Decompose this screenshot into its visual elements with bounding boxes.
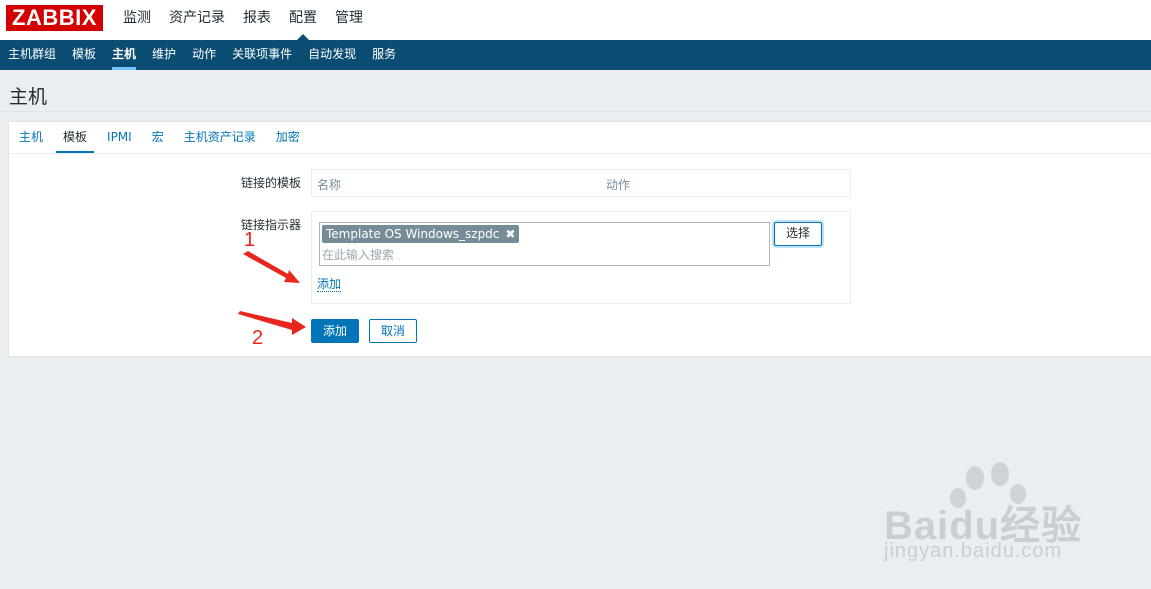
tab-macros[interactable]: 宏	[142, 122, 174, 154]
selected-template-name: Template OS Windows_szpdc	[326, 227, 500, 241]
select-button[interactable]: 选择	[774, 222, 822, 246]
sub-navigation: 主机群组 模板 主机 维护 动作 关联项事件 自动发现 服务	[0, 40, 1151, 70]
watermark-url: jingyan.baidu.com	[884, 540, 1063, 562]
tab-encryption[interactable]: 加密	[266, 122, 310, 154]
annotation-step-1: 1	[244, 229, 256, 251]
sub-menu-services[interactable]: 服务	[364, 40, 404, 70]
sub-menu-actions[interactable]: 动作	[184, 40, 224, 70]
cancel-button[interactable]: 取消	[369, 319, 417, 343]
add-template-link[interactable]: 添加	[317, 277, 342, 292]
main-menu-monitoring[interactable]: 监测	[114, 0, 160, 40]
linked-templates-label: 链接的模板	[240, 176, 301, 190]
host-form-panel: 主机 模板 IPMI 宏 主机资产记录 加密 链接的模板 名称 动作 链接指示器…	[8, 121, 1151, 357]
sub-menu-discovery[interactable]: 自动发现	[300, 40, 364, 70]
add-button[interactable]: 添加	[311, 319, 359, 343]
main-menu: 监测 资产记录 报表 配置 管理	[114, 0, 372, 40]
sub-menu-templates[interactable]: 模板	[64, 40, 104, 70]
sub-menu-event-correlation[interactable]: 关联项事件	[224, 40, 300, 70]
column-header-name: 名称	[317, 178, 342, 192]
top-navigation: ZABBIX 监测 资产记录 报表 配置 管理	[0, 0, 1151, 40]
main-menu-reports[interactable]: 报表	[234, 0, 280, 40]
template-multiselect[interactable]: Template OS Windows_szpdc ✖	[319, 222, 770, 266]
selected-template-chip[interactable]: Template OS Windows_szpdc ✖	[322, 225, 520, 243]
sub-menu-host-groups[interactable]: 主机群组	[0, 40, 64, 70]
page-title: 主机	[9, 86, 48, 108]
tabs-divider	[9, 153, 1151, 154]
form-tabs: 主机 模板 IPMI 宏 主机资产记录 加密	[9, 122, 310, 154]
tab-host[interactable]: 主机	[9, 122, 53, 154]
tab-inventory[interactable]: 主机资产记录	[174, 122, 266, 154]
sub-menu-hosts[interactable]: 主机	[104, 40, 144, 70]
remove-icon[interactable]: ✖	[505, 225, 515, 243]
sub-menu-maintenance[interactable]: 维护	[144, 40, 184, 70]
main-menu-administration[interactable]: 管理	[326, 0, 372, 40]
main-menu-configuration[interactable]: 配置	[280, 0, 326, 40]
zabbix-logo[interactable]: ZABBIX	[6, 5, 103, 31]
tab-ipmi[interactable]: IPMI	[97, 122, 142, 154]
linked-templates-table: 名称 动作	[311, 169, 851, 197]
main-menu-inventory[interactable]: 资产记录	[160, 0, 234, 40]
column-header-action: 动作	[606, 178, 631, 192]
template-search-input[interactable]	[322, 246, 762, 264]
link-new-templates-box: Template OS Windows_szpdc ✖ 选择 添加	[311, 211, 851, 304]
annotation-step-2: 2	[252, 327, 264, 349]
title-divider	[0, 111, 1151, 112]
tab-templates[interactable]: 模板	[53, 122, 97, 154]
